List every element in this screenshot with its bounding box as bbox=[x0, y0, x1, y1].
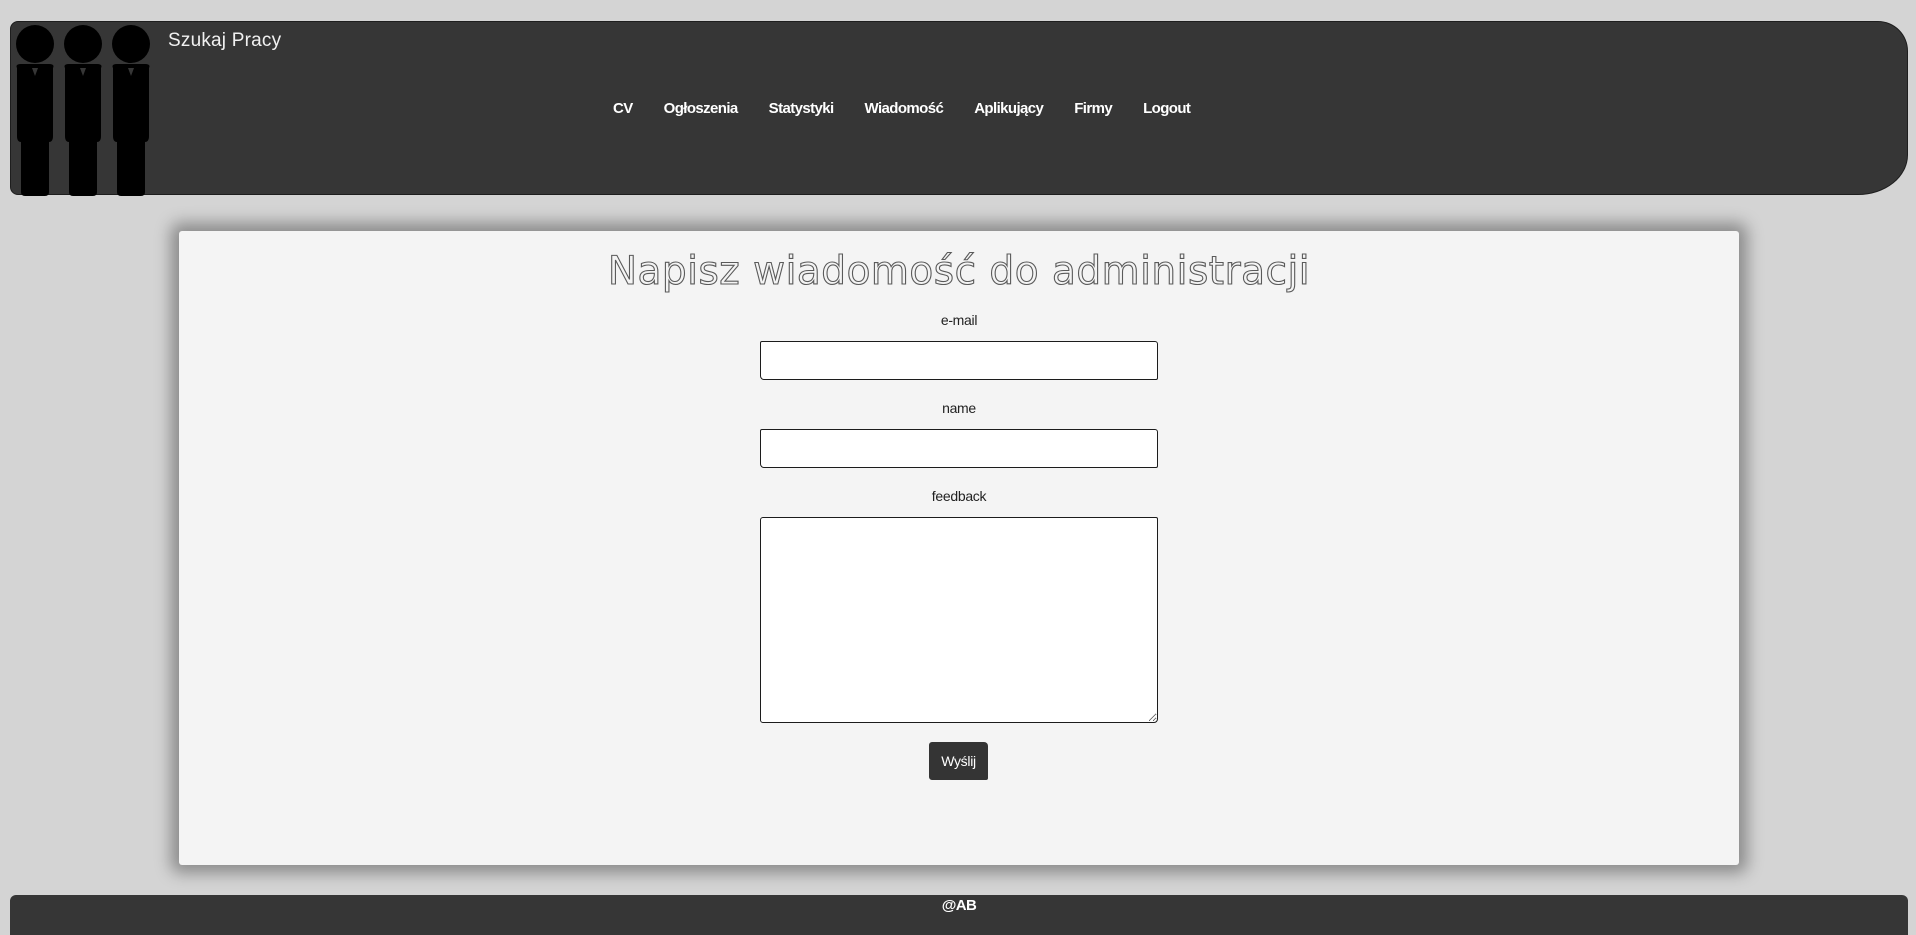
footer-copyright: @AB bbox=[941, 897, 977, 914]
message-form-card: Napisz wiadomość do administracji e-mail… bbox=[179, 231, 1739, 865]
brand-title[interactable]: Szukaj Pracy bbox=[168, 30, 281, 52]
main-nav: CV Ogłoszenia Statystyki Wiadomość Aplik… bbox=[613, 100, 1221, 117]
name-field[interactable] bbox=[760, 429, 1158, 468]
header-bar: Szukaj Pracy CV Ogłoszenia Statystyki Wi… bbox=[10, 21, 1908, 196]
people-group-icon bbox=[16, 25, 150, 196]
send-button[interactable]: Wyślij bbox=[929, 742, 988, 780]
nav-item-logout[interactable]: Logout bbox=[1143, 100, 1191, 117]
feedback-label: feedback bbox=[931, 488, 987, 504]
nav-item-aplikujacy[interactable]: Aplikujący bbox=[974, 100, 1044, 117]
nav-item-wiadomosc[interactable]: Wiadomość bbox=[865, 100, 944, 117]
nav-item-ogloszenia[interactable]: Ogłoszenia bbox=[664, 100, 739, 117]
email-label: e-mail bbox=[940, 312, 978, 328]
name-label: name bbox=[942, 400, 976, 416]
page-title: Napisz wiadomość do administracji bbox=[607, 248, 1311, 294]
nav-item-cv[interactable]: CV bbox=[613, 100, 633, 117]
feedback-textarea[interactable] bbox=[760, 517, 1158, 723]
nav-item-statystyki[interactable]: Statystyki bbox=[769, 100, 834, 117]
footer-bar: @AB bbox=[10, 895, 1908, 935]
email-field[interactable] bbox=[760, 341, 1158, 380]
nav-item-firmy[interactable]: Firmy bbox=[1074, 100, 1112, 117]
